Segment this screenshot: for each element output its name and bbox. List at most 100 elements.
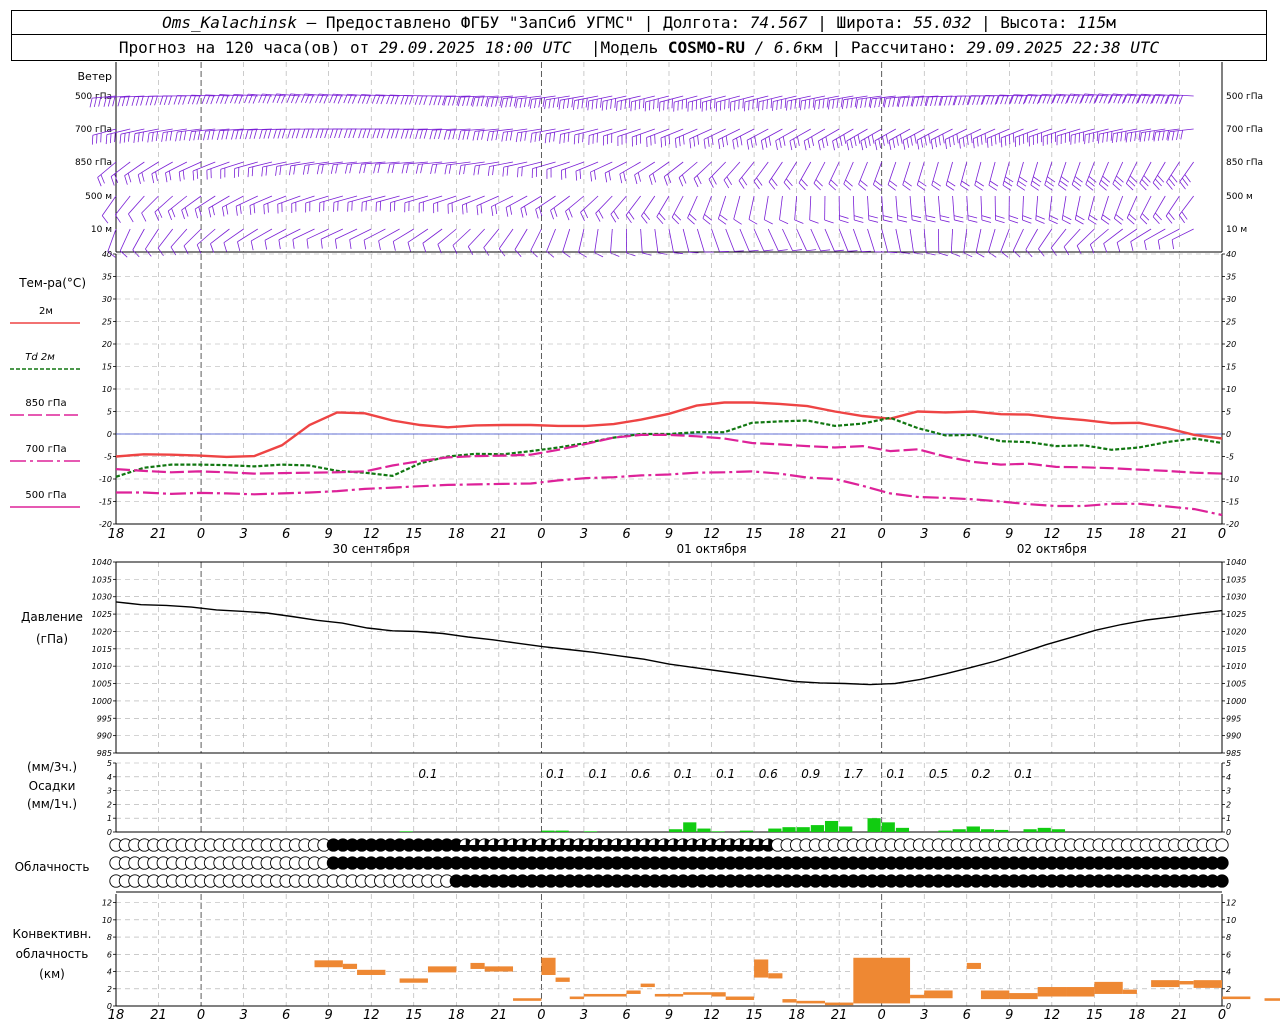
wind-barb-feather — [1022, 215, 1032, 220]
wind-barb-feather — [832, 140, 835, 151]
wind-barb-feather — [175, 131, 178, 142]
wind-barb-feather — [1085, 184, 1094, 191]
wind-barb-feather — [756, 177, 763, 186]
hour-tick: 12 — [1044, 527, 1061, 542]
wind-barb-feather — [902, 97, 906, 107]
wind-barb-feather — [1178, 214, 1185, 224]
wind-barb-feather — [292, 239, 295, 249]
wind-barb-feather — [249, 129, 253, 140]
wind-barb-shaft — [748, 195, 755, 220]
wind-barb-feather — [1004, 95, 1009, 105]
pressure-tick-right: 1005 — [1226, 680, 1246, 689]
wind-barb-shaft — [1171, 228, 1194, 241]
wind-barb-feather — [591, 99, 594, 110]
wind-barb-feather — [719, 214, 728, 221]
wind-barb-feather — [237, 241, 241, 252]
hour-tick: 12 — [703, 527, 720, 542]
wind-barb-feather — [830, 179, 838, 187]
wind-barb-feather — [203, 131, 206, 141]
wind-barb-feather — [362, 128, 367, 139]
wind-barb — [305, 195, 329, 213]
wind-barb-feather — [1127, 179, 1136, 187]
pressure-tick-left: 1025 — [92, 610, 112, 619]
wind-barb-shaft — [157, 228, 174, 249]
wind-barb-feather — [135, 96, 140, 106]
wind-barb — [1112, 161, 1124, 191]
precip-total: 0.2 — [971, 767, 990, 781]
conv-ylabel-3: (км) — [39, 967, 65, 981]
wind-barb-feather — [917, 184, 926, 191]
wind-barb-feather — [606, 100, 608, 110]
wind-barb-feather — [912, 219, 922, 223]
wind-barb-feather — [563, 133, 566, 143]
wind-barb-feather — [1048, 219, 1058, 225]
wind-barb-feather — [976, 136, 979, 147]
wind-barb-feather — [1019, 176, 1028, 183]
wind-barb — [693, 161, 712, 188]
wind-barb — [458, 161, 485, 175]
wind-barb — [763, 195, 773, 225]
wind-barb-feather — [105, 134, 108, 145]
wind-barb-feather — [673, 213, 682, 221]
conv-bar — [654, 993, 684, 997]
wind-barb — [452, 228, 471, 255]
wind-level-label: 500 м — [85, 192, 112, 202]
wind-barb-feather — [319, 128, 324, 139]
wind-barb-feather — [1148, 131, 1151, 141]
wind-barb-feather — [390, 95, 395, 105]
conv-tick-left: 6 — [107, 950, 112, 959]
wind-barb-feather — [476, 130, 480, 141]
wind-barb — [170, 228, 188, 256]
wind-barb-feather — [1152, 182, 1160, 190]
wind-barb — [278, 228, 301, 250]
wind-barb — [573, 95, 599, 110]
cloud-circle — [1215, 856, 1229, 870]
wind-barb-feather — [577, 99, 580, 110]
wind-barb-feather — [458, 130, 462, 141]
wind-barb-shaft — [483, 228, 500, 248]
wind-barb-feather — [668, 134, 671, 145]
hour-tick-bottom: 18 — [448, 1008, 465, 1023]
wind-barb-feather — [371, 94, 376, 104]
wind-barb-feather — [986, 95, 991, 105]
wind-barb-feather — [771, 178, 778, 186]
wind-barb-feather — [562, 251, 571, 258]
wind-barb-feather — [386, 129, 391, 139]
wind-barb-feather — [926, 219, 936, 223]
wind-barb-feather — [1116, 242, 1121, 252]
wind-barb-feather — [1098, 134, 1100, 144]
wind-barb-feather — [868, 215, 878, 219]
wind-barb-feather — [740, 135, 743, 146]
wind-barb-shaft — [663, 161, 684, 178]
conv-tick-left: 10 — [102, 916, 112, 925]
wind-barb — [372, 128, 400, 139]
wind-barb-feather — [902, 184, 911, 191]
wind-barb-shaft — [319, 161, 343, 166]
wind-barb-shaft — [988, 228, 996, 253]
wind-barb — [796, 228, 817, 252]
wind-barb-feather — [800, 178, 808, 187]
wind-barb-feather — [806, 249, 817, 252]
wind-barb — [1087, 195, 1098, 225]
wind-barb — [277, 195, 301, 214]
wind-barb — [895, 195, 908, 223]
wind-barb — [154, 195, 173, 221]
pressure-tick-right: 985 — [1226, 749, 1241, 758]
wind-barb-feather — [595, 99, 598, 109]
wind-barb-feather — [854, 97, 857, 108]
wind-barb-feather — [780, 99, 783, 109]
wind-barb-feather — [634, 174, 638, 185]
wind-barb — [558, 95, 584, 110]
wind-barb-feather — [1022, 219, 1032, 224]
wind-barb-feather — [758, 101, 760, 112]
wind-barb-shaft — [292, 228, 315, 240]
wind-barb-feather — [697, 135, 700, 145]
wind-barb — [1116, 228, 1138, 252]
wind-barb-feather — [623, 171, 626, 182]
wind-barb-feather — [646, 137, 648, 148]
wind-barb-feather — [754, 136, 757, 146]
wind-barb-feather — [565, 211, 570, 221]
pressure-tick-right: 1030 — [1226, 593, 1246, 602]
precip-tick-left: 3 — [107, 787, 112, 796]
conv-tick-right: 2 — [1226, 985, 1231, 994]
